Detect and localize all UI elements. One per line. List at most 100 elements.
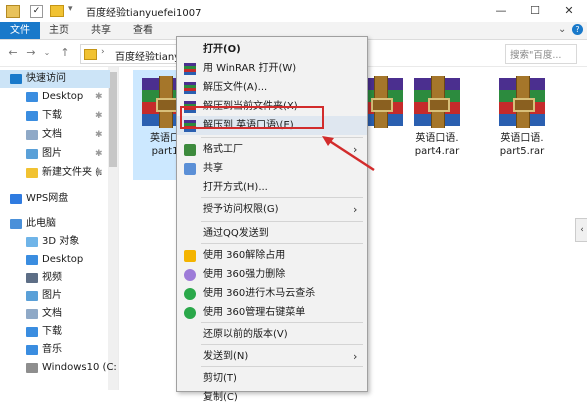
menu-item-label: 复制(C)	[203, 392, 238, 403]
menu-item-label: 解压文件(A)...	[203, 82, 268, 93]
menu-item-label: 打开方式(H)...	[203, 182, 268, 193]
context-menu-item[interactable]: 打开方式(H)...	[177, 178, 367, 197]
tab-view[interactable]: 查看	[124, 22, 162, 39]
context-menu: 打开(O) 用 WinRAR 打开(W) 解压文件(A)... 解压到当前文件夹(X)…	[176, 36, 368, 403]
sidebar-item[interactable]: Windows10 (C:	[0, 359, 117, 377]
menu-item-label: 授予访问权限(G)	[203, 204, 279, 215]
winrar-archive-icon	[499, 76, 545, 128]
sidebar-item[interactable]: 下载	[0, 323, 110, 341]
up-arrow-icon[interactable]: ↑	[58, 45, 72, 61]
menu-item-label: 剪切(T)	[203, 373, 237, 384]
winrar-icon	[184, 82, 196, 94]
collapse-pane-chevron-icon[interactable]: ‹	[575, 218, 587, 242]
drive-icon	[26, 363, 38, 373]
picture-icon	[26, 149, 38, 159]
file-item-part5[interactable]: 英语口语. part5.rar	[490, 70, 554, 180]
folder-icon	[50, 5, 64, 17]
file-item-part4[interactable]: 英语口语. part4.rar	[405, 70, 469, 180]
sidebar-item-label: 3D 对象	[42, 236, 80, 247]
menu-item-label: 用 WinRAR 打开(W)	[203, 63, 297, 74]
sidebar-item[interactable]: Desktop	[0, 251, 110, 269]
sidebar-item-label: Windows10 (C:	[42, 362, 117, 373]
menu-item-label: 使用 360管理右键菜单	[203, 307, 306, 318]
context-menu-item[interactable]: 剪切(T)	[177, 369, 367, 388]
tab-share[interactable]: 共享	[82, 22, 120, 39]
context-menu-item[interactable]: 还原以前的版本(V)	[177, 325, 367, 344]
share-icon	[184, 163, 196, 175]
computer-icon	[10, 219, 22, 229]
menu-item-label: 格式工厂	[203, 144, 243, 155]
expand-ribbon-icon[interactable]: ⌄	[558, 24, 566, 35]
context-menu-item[interactable]: 打开(O)	[177, 40, 367, 59]
context-menu-item[interactable]: 通过QQ发送到	[177, 224, 367, 243]
close-button[interactable]: ✕	[551, 0, 587, 22]
context-menu-item[interactable]: 使用 360管理右键菜单	[177, 303, 367, 322]
file-name: 英语口语.	[500, 133, 544, 144]
sidebar-item[interactable]: 快速访问	[0, 70, 110, 88]
quick-access-dropdown-icon[interactable]: ▾	[68, 4, 73, 14]
menu-item-label: 打开(O)	[203, 44, 241, 55]
format-factory-icon	[184, 144, 196, 156]
sidebar-item[interactable]: WPS网盘	[0, 190, 110, 208]
sidebar-item[interactable]: 3D 对象	[0, 233, 110, 251]
checkbox-icon[interactable]: ✓	[30, 5, 43, 18]
back-arrow-icon[interactable]: ←	[6, 45, 20, 61]
pin-icon: ✱	[95, 168, 103, 178]
sidebar-item[interactable]: 视频	[0, 269, 110, 287]
sidebar-scroll-thumb[interactable]	[109, 72, 117, 167]
context-menu-item[interactable]: 解压文件(A)...	[177, 78, 367, 97]
recent-dropdown-icon[interactable]: ⌄	[40, 45, 54, 61]
context-menu-item[interactable]: 授予访问权限(G) ›	[177, 200, 367, 219]
desktop-icon	[26, 255, 38, 265]
app-icon	[6, 5, 20, 18]
help-icon[interactable]: ?	[572, 24, 583, 35]
sidebar-item[interactable]: 文档 ✱	[0, 126, 110, 144]
menu-item-label: 使用 360进行木马云查杀	[203, 288, 316, 299]
sidebar-item[interactable]: 文档	[0, 305, 110, 323]
menu-item-label: 使用 360强力删除	[203, 269, 286, 280]
context-menu-item[interactable]: 复制(C)	[177, 388, 367, 407]
menu-item-label: 通过QQ发送到	[203, 228, 269, 239]
picture-icon	[26, 291, 38, 301]
sidebar-item-label: 下载	[42, 326, 62, 337]
menu-item-label: 共享	[203, 163, 223, 174]
sidebar-item-label: Desktop	[42, 91, 84, 102]
context-menu-item[interactable]: 用 WinRAR 打开(W)	[177, 59, 367, 78]
submenu-arrow-icon: ›	[353, 203, 358, 216]
forward-arrow-icon[interactable]: →	[24, 45, 38, 61]
pin-icon: ✱	[95, 111, 103, 121]
sidebar-item[interactable]: Desktop ✱	[0, 88, 110, 106]
minimize-button[interactable]: —	[483, 0, 519, 22]
sidebar-item[interactable]: 此电脑	[0, 215, 110, 233]
context-menu-item[interactable]: 使用 360进行木马云查杀	[177, 284, 367, 303]
pin-icon: ✱	[95, 130, 103, 140]
title-bar: ✓ ▾ 百度经验tianyuefei1007 — ☐ ✕	[0, 0, 587, 23]
context-menu-item[interactable]: 使用 360强力删除	[177, 265, 367, 284]
submenu-arrow-icon: ›	[353, 350, 358, 363]
file-name-ext: part4.rar	[414, 146, 460, 157]
360-delete-icon	[184, 269, 196, 281]
sidebar-item[interactable]: 图片	[0, 287, 110, 305]
pin-icon: ✱	[95, 92, 103, 102]
winrar-icon	[184, 63, 196, 75]
sidebar-item[interactable]: 图片 ✱	[0, 145, 110, 163]
sidebar-item-label: 视频	[42, 272, 62, 283]
context-menu-item[interactable]: 使用 360解除占用	[177, 246, 367, 265]
tab-home[interactable]: 主页	[40, 22, 78, 39]
star-icon	[10, 74, 22, 84]
menu-item-label: 使用 360解除占用	[203, 250, 286, 261]
sidebar-item-label: 图片	[42, 290, 62, 301]
menu-separator	[201, 322, 363, 323]
sidebar-item[interactable]: 下载 ✱	[0, 107, 110, 125]
sidebar-item[interactable]: 音乐	[0, 341, 110, 359]
desktop-icon	[26, 92, 38, 102]
context-menu-item[interactable]: 发送到(N) ›	[177, 347, 367, 366]
menu-separator	[201, 366, 363, 367]
360-unlock-icon	[184, 250, 196, 262]
maximize-button[interactable]: ☐	[517, 0, 553, 22]
file-name: 英语口语.	[415, 133, 459, 144]
folder-icon	[26, 168, 38, 178]
tab-file[interactable]: 文件	[0, 22, 40, 39]
sidebar-item[interactable]: 新建文件夹 (: ✱	[0, 164, 110, 182]
music-icon	[26, 345, 38, 355]
